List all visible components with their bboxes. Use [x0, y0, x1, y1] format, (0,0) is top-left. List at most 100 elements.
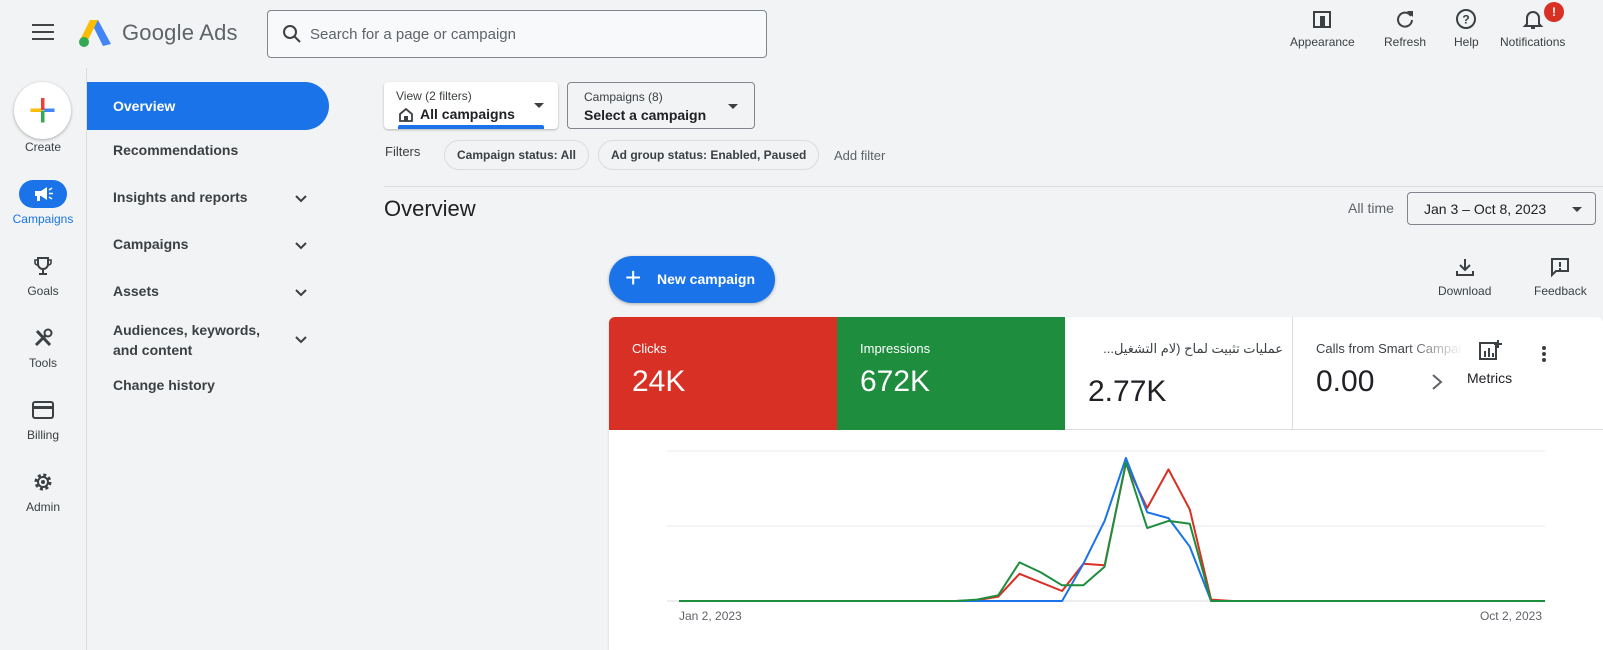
main-content: View (2 filters) All campaigns Campaigns… — [336, 68, 1603, 650]
feedback-button[interactable]: Feedback — [1534, 256, 1587, 298]
add-chart-icon — [1478, 340, 1502, 360]
metrics-label: Metrics — [1467, 370, 1513, 386]
campaign-selector[interactable]: Campaigns (8) Select a campaign — [567, 82, 755, 129]
credit-card-icon — [32, 401, 54, 419]
refresh-label: Refresh — [1384, 35, 1427, 49]
date-range-picker[interactable]: Jan 3 – Oct 8, 2023 — [1407, 192, 1596, 225]
bell-icon — [1522, 11, 1544, 29]
help-label: Help — [1454, 35, 1479, 49]
date-range-value: Jan 3 – Oct 8, 2023 — [1424, 201, 1547, 217]
rail-item-admin[interactable]: Admin — [0, 468, 86, 514]
rail-item-goals[interactable]: Goals — [0, 252, 86, 298]
chevron-right-icon[interactable] — [1431, 373, 1443, 391]
appearance-button[interactable]: Appearance — [1290, 8, 1355, 49]
metric-value-clicks: 24K — [632, 365, 686, 398]
new-campaign-button[interactable]: + New campaign — [609, 256, 775, 303]
dropdown-arrow-icon — [728, 104, 738, 109]
more-vert-icon[interactable] — [1541, 345, 1547, 363]
metric-label-impressions: Impressions — [860, 341, 931, 356]
download-label: Download — [1438, 284, 1492, 298]
chevron-down-icon — [295, 195, 307, 203]
rail-label-billing: Billing — [26, 428, 59, 442]
rail-label-campaigns: Campaigns — [12, 212, 74, 226]
performance-chart: Jan 2, 2023 Oct 2, 2023 — [667, 450, 1545, 623]
new-campaign-label: New campaign — [657, 271, 756, 287]
nav-item-audiences-keywords-content[interactable]: Audiences, keywords, and content — [87, 320, 329, 360]
refresh-button[interactable]: Refresh — [1384, 8, 1426, 49]
date-range-label: All time — [1348, 200, 1394, 216]
nav-item-recommendations[interactable]: Recommendations — [87, 142, 329, 158]
metric-label-clicks: Clicks — [632, 341, 667, 356]
label-fade — [1404, 337, 1464, 357]
refresh-icon — [1397, 11, 1414, 28]
download-button[interactable]: Download — [1438, 256, 1491, 298]
search-input[interactable] — [310, 11, 750, 57]
metrics-button[interactable]: Metrics — [1467, 339, 1512, 386]
main-menu-button[interactable] — [32, 24, 54, 42]
metric-clicks[interactable]: Clicks 24K — [609, 317, 837, 430]
gear-icon — [34, 473, 52, 491]
feedback-label: Feedback — [1534, 284, 1587, 298]
x-axis-end-label: Oct 2, 2023 — [1480, 609, 1542, 623]
rail-label-admin: Admin — [25, 500, 60, 514]
filter-chip-campaign-status[interactable]: Campaign status: All — [444, 140, 589, 170]
chart-series-line-2 — [679, 461, 1509, 602]
nav-label-insights-and-reports: Insights and reports — [113, 189, 248, 205]
plus-icon — [30, 98, 55, 123]
nav-item-change-history[interactable]: Change history — [87, 377, 329, 393]
trophy-icon — [34, 257, 52, 275]
rail-item-tools[interactable]: Tools — [0, 324, 86, 370]
metric-label-app-installs: عمليات تثبيت لماح (لام التشغيل... — [1103, 341, 1283, 356]
x-axis-start-label: Jan 2, 2023 — [679, 609, 742, 623]
notifications-label: Notifications — [1500, 35, 1566, 49]
nav-label-overview: Overview — [113, 98, 176, 114]
nav-label-recommendations: Recommendations — [113, 142, 239, 158]
campaign-count: Campaigns (8) — [584, 90, 663, 104]
section-nav: Overview Recommendations Insights and re… — [86, 68, 336, 650]
plus-icon: + — [625, 262, 642, 293]
chart-series-line-0 — [679, 462, 1509, 602]
nav-label-change-history: Change history — [113, 377, 215, 393]
feedback-icon — [1551, 258, 1570, 278]
nav-item-insights-and-reports[interactable]: Insights and reports — [87, 189, 329, 209]
appearance-label: Appearance — [1290, 35, 1355, 49]
chevron-down-icon — [295, 289, 307, 297]
brand-name: Google Ads — [122, 20, 238, 45]
view-active-indicator — [398, 125, 544, 129]
page-title: Overview — [384, 196, 476, 221]
search-icon — [283, 25, 301, 43]
nav-item-overview[interactable]: Overview — [87, 82, 329, 130]
nav-label-assets: Assets — [113, 283, 159, 299]
metric-value-app-installs: 2.77K — [1088, 375, 1167, 408]
rail-label-goals: Goals — [27, 284, 59, 298]
view-value: All campaigns — [420, 106, 515, 122]
metric-value-calls: 0.00 — [1316, 365, 1375, 398]
chevron-down-icon — [295, 242, 307, 250]
add-filter-button[interactable]: Add filter — [834, 148, 885, 163]
metric-calls[interactable]: Calls from Smart Campai 0.00 — [1293, 317, 1603, 430]
nav-label-campaigns: Campaigns — [113, 236, 189, 252]
tools-icon — [34, 328, 53, 347]
rail-item-billing[interactable]: Billing — [0, 396, 86, 442]
nav-label-audiences-keywords-content: Audiences, keywords, and content — [113, 322, 261, 358]
help-icon: ? — [1456, 9, 1477, 29]
filter-chip-ad-group-status[interactable]: Ad group status: Enabled, Paused — [598, 140, 820, 170]
rail-item-campaigns[interactable]: Campaigns — [0, 180, 86, 226]
metric-impressions[interactable]: Impressions 672K — [837, 317, 1065, 430]
megaphone-icon — [35, 187, 53, 201]
metric-value-impressions: 672K — [860, 365, 931, 398]
metric-app-installs[interactable]: عمليات تثبيت لماح (لام التشغيل... 2.77K — [1065, 317, 1293, 430]
svg-text:?: ? — [1463, 13, 1470, 27]
nav-item-campaigns[interactable]: Campaigns — [87, 236, 329, 256]
view-selector[interactable]: View (2 filters) All campaigns — [384, 82, 558, 129]
nav-item-assets[interactable]: Assets — [87, 283, 329, 303]
create-button[interactable] — [14, 82, 71, 139]
chevron-down-icon — [295, 336, 307, 344]
create-label: Create — [24, 140, 62, 154]
notification-badge: ! — [1544, 2, 1564, 22]
search-box[interactable] — [267, 10, 767, 58]
campaign-value: Select a campaign — [584, 107, 707, 123]
notifications-button[interactable]: Notifications ! — [1500, 2, 1566, 49]
help-button[interactable]: ? Help — [1454, 8, 1479, 49]
google-ads-logo — [79, 20, 111, 47]
